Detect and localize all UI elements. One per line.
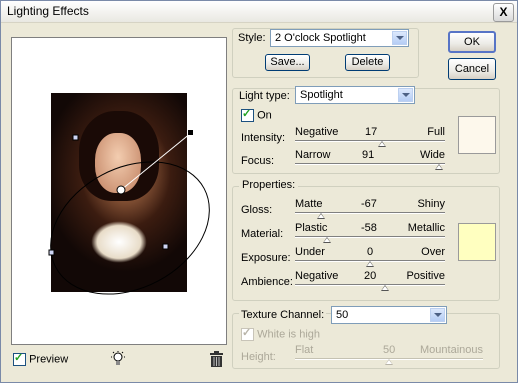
texture-group: Texture Channel: 50 ✓ White is high Heig… xyxy=(232,306,500,369)
white-is-high-label: White is high xyxy=(257,328,321,341)
intensity-label: Intensity: xyxy=(241,132,286,144)
light-type-select-value: Spotlight xyxy=(300,89,343,101)
title-bar: Lighting Effects X xyxy=(1,1,517,23)
exposure-slider[interactable]: Under 0 Over xyxy=(295,246,445,270)
ambience-thumb[interactable] xyxy=(381,285,389,291)
height-min-label: Flat xyxy=(295,344,314,356)
check-mark-icon: ✓ xyxy=(14,352,24,364)
height-value: 50 xyxy=(383,344,396,356)
focus-slider[interactable]: Narrow 91 Wide xyxy=(295,149,445,173)
close-icon[interactable]: X xyxy=(499,5,507,19)
ellipse-handle-top[interactable] xyxy=(72,134,79,141)
preview-label: Preview xyxy=(29,353,69,366)
intensity-max-label: Full xyxy=(427,126,445,138)
exposure-label: Exposure: xyxy=(241,252,291,264)
height-label: Height: xyxy=(241,351,276,363)
close-button[interactable]: X xyxy=(493,3,514,22)
style-select[interactable]: 2 O'clock Spotlight xyxy=(270,29,409,47)
properties-title: Properties: xyxy=(239,179,299,191)
style-group: Style: 2 O'clock Spotlight Save... Delet… xyxy=(232,28,419,78)
light-direction-handle[interactable] xyxy=(188,130,193,135)
ambience-label: Ambience: xyxy=(241,276,293,288)
intensity-slider[interactable]: Negative 17 Full xyxy=(295,126,445,150)
white-is-high-checkbox[interactable]: ✓ xyxy=(241,327,254,341)
texture-channel-select-value: 50 xyxy=(336,309,349,321)
texture-channel-select[interactable]: 50 xyxy=(331,306,447,324)
gloss-label: Gloss: xyxy=(241,204,273,216)
height-slider[interactable]: Flat 50 Mountainous xyxy=(295,344,483,368)
intensity-min-label: Negative xyxy=(295,126,339,138)
gloss-value: -67 xyxy=(361,198,377,210)
light-type-label: Light type: xyxy=(239,90,290,102)
material-slider[interactable]: Plastic -58 Metallic xyxy=(295,222,445,246)
exposure-value: 0 xyxy=(367,246,374,258)
ambience-value: 20 xyxy=(364,270,377,282)
preview-area[interactable] xyxy=(11,37,227,345)
material-min-label: Plastic xyxy=(295,222,328,234)
intensity-value: 17 xyxy=(365,126,378,138)
light-overlay[interactable] xyxy=(12,38,226,344)
focus-thumb[interactable] xyxy=(435,164,443,170)
cancel-button[interactable]: Cancel xyxy=(448,58,496,80)
chevron-down-icon[interactable] xyxy=(398,88,413,102)
height-max-label: Mountainous xyxy=(420,344,483,356)
ok-button[interactable]: OK xyxy=(448,31,496,53)
delete-button[interactable]: Delete xyxy=(345,54,390,71)
gloss-thumb[interactable] xyxy=(316,213,325,219)
texture-channel-label: Texture Channel: xyxy=(239,309,327,321)
light-on-checkbox[interactable]: ✓ xyxy=(241,108,254,122)
material-max-label: Metallic xyxy=(407,222,445,234)
light-on-label: On xyxy=(257,109,272,122)
window-title: Lighting Effects xyxy=(7,4,89,18)
exposure-min-label: Under xyxy=(295,246,325,258)
exposure-max-label: Over xyxy=(421,246,445,258)
ellipse-handle-left[interactable] xyxy=(48,249,55,256)
material-value: -58 xyxy=(361,222,377,234)
light-bulb-icon[interactable] xyxy=(110,351,126,368)
ellipse-handle-bottom[interactable] xyxy=(162,243,169,250)
save-button[interactable]: Save... xyxy=(265,54,310,71)
gloss-min-label: Matte xyxy=(295,198,323,210)
material-thumb[interactable] xyxy=(322,237,331,243)
light-center-handle[interactable] xyxy=(116,185,126,195)
intensity-thumb[interactable] xyxy=(378,141,386,147)
light-type-select[interactable]: Spotlight xyxy=(295,86,415,104)
height-thumb[interactable] xyxy=(385,359,393,365)
ambient-color-swatch[interactable] xyxy=(458,223,496,261)
trash-icon[interactable] xyxy=(209,351,224,367)
light-type-group: Light type: Spotlight ✓ On Intensity: Ne… xyxy=(232,86,500,174)
light-ellipse[interactable] xyxy=(28,136,226,321)
focus-max-label: Wide xyxy=(419,149,445,161)
ambience-max-label: Positive xyxy=(406,270,445,282)
style-label: Style: xyxy=(238,32,266,44)
chevron-down-icon[interactable] xyxy=(430,308,445,322)
gloss-slider[interactable]: Matte -67 Shiny xyxy=(295,198,445,222)
focus-min-label: Narrow xyxy=(295,149,331,161)
focus-value: 91 xyxy=(362,149,375,161)
ambience-slider[interactable]: Negative 20 Positive xyxy=(295,270,445,294)
light-direction-line[interactable] xyxy=(120,132,192,191)
material-label: Material: xyxy=(241,228,284,240)
exposure-thumb[interactable] xyxy=(366,261,374,267)
focus-label: Focus: xyxy=(241,155,275,167)
chevron-down-icon[interactable] xyxy=(392,31,407,45)
style-select-value: 2 O'clock Spotlight xyxy=(275,32,366,44)
gloss-max-label: Shiny xyxy=(417,198,445,210)
check-mark-icon: ✓ xyxy=(242,327,252,339)
preview-checkbox[interactable]: ✓ xyxy=(13,352,26,366)
check-mark-icon: ✓ xyxy=(242,108,252,120)
properties-group: Properties: Gloss: Matte -67 Shiny Mater… xyxy=(232,179,500,301)
preview-footer: ✓ Preview xyxy=(13,351,228,369)
lighting-effects-dialog: Lighting Effects X ✓ Preview Style: 2 O'… xyxy=(0,0,518,383)
light-color-swatch[interactable] xyxy=(458,116,496,154)
ambience-min-label: Negative xyxy=(295,270,339,282)
